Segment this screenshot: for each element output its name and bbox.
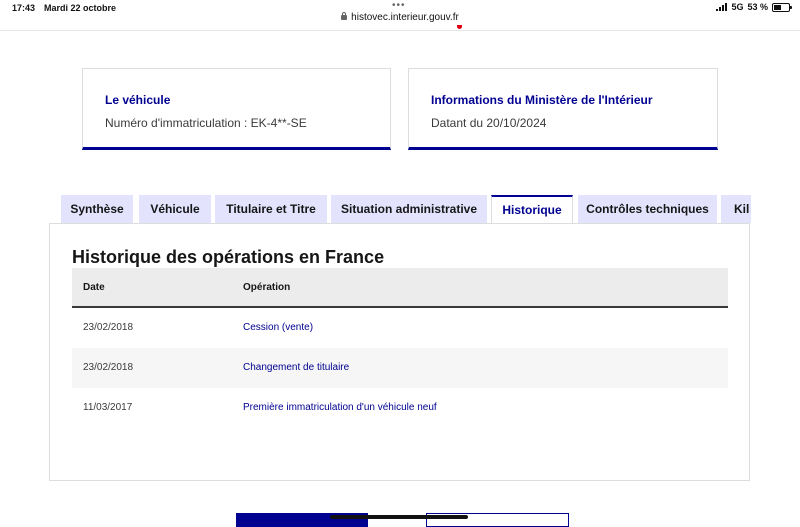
multitasking-dots-icon[interactable]: ••• <box>392 0 406 11</box>
registration-number: Numéro d'immatriculation : EK-4**-SE <box>105 116 307 130</box>
vehicle-card-title: Le véhicule <box>105 93 171 107</box>
history-panel: Historique des opérations en France Date… <box>49 223 750 481</box>
partial-logo-icon <box>457 25 462 29</box>
tab-vehicule[interactable]: Véhicule <box>139 195 211 223</box>
status-indicators: 5G 53 % <box>716 2 792 12</box>
table-row: 23/02/2018 Cession (vente) <box>72 308 728 348</box>
tab-synthese[interactable]: Synthèse <box>61 195 133 223</box>
address-bar[interactable]: histovec.interieur.gouv.fr <box>0 12 800 23</box>
tab-titulaire-titre[interactable]: Titulaire et Titre <box>215 195 327 223</box>
home-indicator[interactable] <box>330 515 468 519</box>
history-table: Date Opération 23/02/2018 Cession (vente… <box>72 268 728 428</box>
history-title: Historique des opérations en France <box>72 247 385 267</box>
vehicle-card: Le véhicule Numéro d'immatriculation : E… <box>82 68 391 150</box>
data-date: Datant du 20/10/2024 <box>431 116 547 130</box>
header-divider <box>0 30 800 31</box>
table-header: Date Opération <box>72 268 728 308</box>
tab-controles-techniques[interactable]: Contrôles techniques <box>578 195 717 223</box>
tab-bar: Synthèse Véhicule Titulaire et Titre Sit… <box>61 195 751 224</box>
network-type: 5G <box>731 2 744 12</box>
row-operation: Cession (vente) <box>243 322 314 333</box>
table-row: 11/03/2017 Première immatriculation d'un… <box>72 388 728 428</box>
battery-percent: 53 % <box>747 2 768 12</box>
row-date: 11/03/2017 <box>83 402 133 413</box>
ministry-info-card: Informations du Ministère de l'Intérieur… <box>408 68 718 150</box>
row-date: 23/02/2018 <box>83 322 134 333</box>
lock-icon <box>341 12 348 20</box>
battery-fill <box>774 4 781 10</box>
url-text: histovec.interieur.gouv.fr <box>351 12 459 23</box>
ministry-card-title: Informations du Ministère de l'Intérieur <box>431 93 653 107</box>
tab-kilometrage[interactable]: Kil <box>721 195 751 223</box>
battery-icon <box>772 2 792 12</box>
signal-icon <box>716 3 728 11</box>
row-operation: Première immatriculation d'un véhicule n… <box>243 402 437 413</box>
row-date: 23/02/2018 <box>83 362 134 373</box>
column-header-operation: Opération <box>243 282 291 293</box>
column-header-date: Date <box>83 282 105 293</box>
tab-historique[interactable]: Historique <box>491 195 573 224</box>
table-row: 23/02/2018 Changement de titulaire <box>72 348 728 388</box>
tab-situation-administrative[interactable]: Situation administrative <box>331 195 487 223</box>
row-operation: Changement de titulaire <box>243 362 350 373</box>
